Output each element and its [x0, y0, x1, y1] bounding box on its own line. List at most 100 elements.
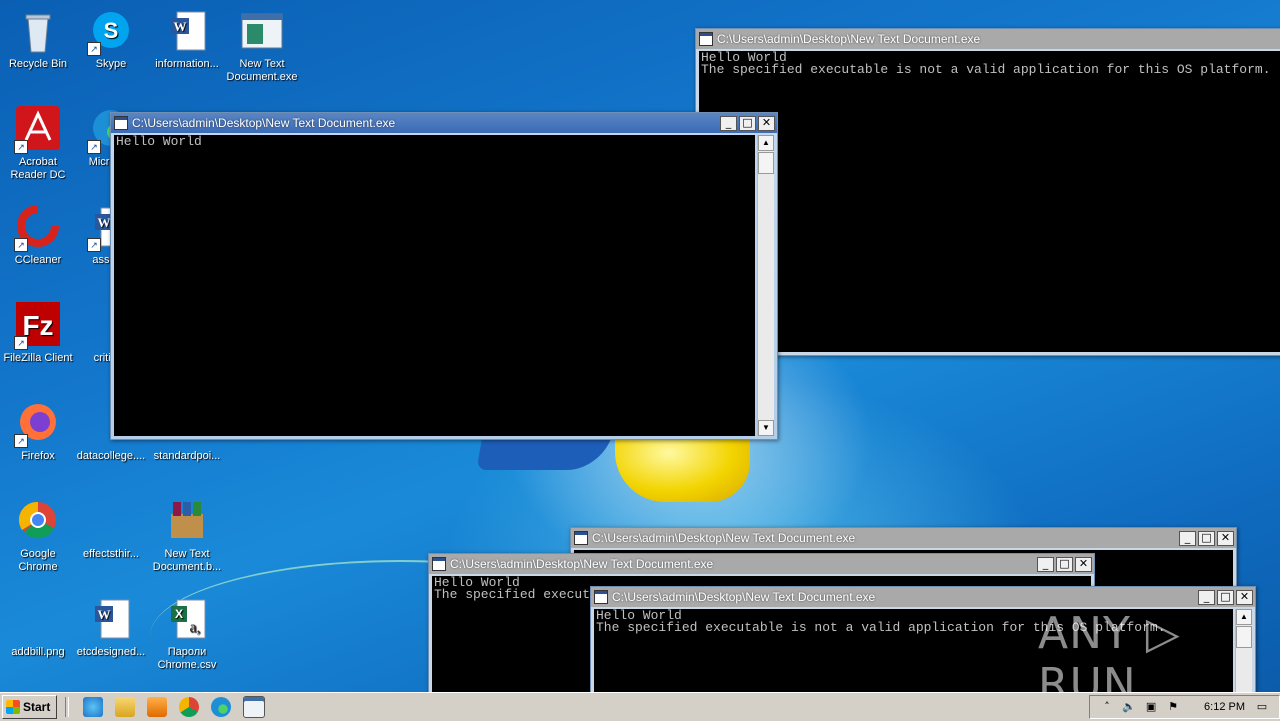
- desktop-icon-label: New Text Document.b...: [152, 548, 222, 573]
- desktop-icon-label: standardpoi...: [153, 450, 221, 462]
- svg-text:W: W: [98, 607, 111, 622]
- desktop-icon-skype[interactable]: S ↗ Skype: [73, 8, 149, 71]
- desktop-icon-label: Пароли Chrome.csv: [157, 646, 217, 671]
- maximize-button[interactable]: □: [739, 115, 756, 131]
- console-app-icon: [594, 590, 608, 604]
- desktop-icon-ccleaner[interactable]: ↗ CCleaner: [0, 204, 76, 267]
- explorer-icon[interactable]: [115, 697, 136, 717]
- edge-icon[interactable]: [211, 697, 232, 717]
- desktop-icon-label: etcdesigned...: [76, 646, 146, 658]
- system-tray: ˄ 🔈 ▣ ⚑ 6:12 PM ▭: [1089, 695, 1280, 719]
- desktop-icon-addbill[interactable]: addbill.png: [0, 596, 76, 659]
- desktop-icon-new-text-document-b[interactable]: New Text Document.b...: [149, 498, 225, 574]
- window-titlebar[interactable]: C:\Users\admin\Desktop\New Text Document…: [571, 528, 1236, 548]
- scroll-up-icon[interactable]: ▲: [758, 135, 774, 151]
- scroll-down-icon[interactable]: ▼: [758, 420, 774, 436]
- desktop-icon-label: effectsthir...: [82, 548, 140, 560]
- start-label: Start: [23, 700, 51, 714]
- window-title: C:\Users\admin\Desktop\New Text Document…: [612, 590, 876, 604]
- minimize-button[interactable]: _: [1037, 556, 1054, 572]
- windows-logo-icon: [6, 700, 20, 714]
- svg-text:W: W: [98, 215, 111, 230]
- svg-text:S: S: [104, 18, 119, 43]
- maximize-button[interactable]: □: [1217, 589, 1234, 605]
- close-button[interactable]: ✕: [758, 115, 775, 131]
- maximize-button[interactable]: □: [1198, 530, 1215, 546]
- close-button[interactable]: ✕: [1236, 589, 1253, 605]
- network-icon[interactable]: ▣: [1144, 700, 1158, 714]
- desktop-icon-firefox[interactable]: ↗ Firefox: [0, 400, 76, 463]
- console-output[interactable]: Hello World: [114, 135, 755, 436]
- desktop-icon-label: New Text Document.exe: [226, 58, 298, 83]
- chrome-icon[interactable]: [179, 697, 200, 717]
- desktop-icon-google-chrome[interactable]: Google Chrome: [0, 498, 76, 574]
- desktop-icon-chrome-passwords-csv[interactable]: Xa, Пароли Chrome.csv: [149, 596, 225, 672]
- ccleaner-icon: ↗: [14, 204, 62, 252]
- window-titlebar[interactable]: C:\Users\admin\Desktop\New Text Document…: [429, 554, 1094, 574]
- word-doc-icon: W: [87, 596, 135, 644]
- show-desktop-icon[interactable]: ▭: [1255, 700, 1269, 714]
- console-app-icon: [574, 531, 588, 545]
- desktop-icon-label: Google Chrome: [18, 548, 58, 573]
- svg-text:X: X: [175, 607, 183, 621]
- desktop-icon-acrobat[interactable]: ↗ Acrobat Reader DC: [0, 106, 76, 182]
- window-titlebar[interactable]: C:\Users\admin\Desktop\New Text Document…: [591, 587, 1255, 607]
- window-title: C:\Users\admin\Desktop\New Text Document…: [132, 116, 396, 130]
- desktop-icon-information[interactable]: W information...: [149, 8, 225, 71]
- image-file-icon: [14, 596, 62, 644]
- console-app-icon: [432, 557, 446, 571]
- taskbar: Start ˄ 🔈 ▣ ⚑ 6:12 PM ▭: [0, 692, 1280, 721]
- minimize-button[interactable]: _: [1179, 530, 1196, 546]
- desktop-icon-label: Firefox: [21, 450, 55, 462]
- desktop-icon-label: CCleaner: [14, 254, 62, 266]
- action-center-flag-icon[interactable]: ⚑: [1166, 700, 1180, 714]
- recycle-bin-icon: [14, 8, 62, 56]
- close-button[interactable]: ✕: [1075, 556, 1092, 572]
- blank-file-icon: [87, 498, 135, 546]
- wallpaper-logo-yellow: [615, 432, 750, 502]
- desktop-icon-label: Acrobat Reader DC: [10, 156, 66, 181]
- scroll-thumb[interactable]: [758, 152, 774, 174]
- console-window-active[interactable]: C:\Users\admin\Desktop\New Text Document…: [110, 112, 778, 440]
- desktop-icon-filezilla[interactable]: Fz ↗ FileZilla Client: [0, 302, 76, 365]
- desktop-icon-etcdesigned[interactable]: W etcdesigned...: [73, 596, 149, 659]
- start-button[interactable]: Start: [2, 695, 58, 719]
- console-output[interactable]: Hello World The specified executable is …: [699, 51, 1280, 352]
- svg-text:W: W: [174, 19, 187, 34]
- minimize-button[interactable]: _: [720, 115, 737, 131]
- filezilla-icon: Fz ↗: [14, 302, 62, 350]
- console-app-icon[interactable]: [243, 696, 266, 718]
- window-titlebar[interactable]: C:\Users\admin\Desktop\New Text Document…: [111, 113, 777, 133]
- console-window[interactable]: C:\Users\admin\Desktop\New Text Document…: [695, 28, 1280, 356]
- excel-csv-icon: Xa,: [163, 596, 211, 644]
- winrar-icon: [163, 498, 211, 546]
- svg-text:a,: a,: [189, 619, 200, 636]
- desktop-icon-label: datacollege....: [76, 450, 146, 462]
- window-title: C:\Users\admin\Desktop\New Text Document…: [592, 531, 856, 545]
- desktop-icon-label: FileZilla Client: [3, 352, 73, 364]
- console-app-icon: [699, 32, 713, 46]
- maximize-button[interactable]: □: [1056, 556, 1073, 572]
- vertical-scrollbar[interactable]: ▲ ▼: [757, 135, 774, 436]
- desktop-icon-label: Skype: [95, 58, 127, 70]
- volume-icon[interactable]: 🔈: [1122, 700, 1136, 714]
- desktop-icon-recycle-bin[interactable]: Recycle Bin: [0, 8, 76, 71]
- minimize-button[interactable]: _: [1198, 589, 1215, 605]
- desktop-icon-label: Recycle Bin: [8, 58, 68, 70]
- console-app-icon: [238, 8, 286, 56]
- ie-icon[interactable]: [83, 697, 104, 717]
- firefox-icon: ↗: [14, 400, 62, 448]
- desktop-icon-label: addbill.png: [11, 646, 65, 658]
- desktop-icon-new-text-document-exe[interactable]: New Text Document.exe: [224, 8, 300, 84]
- media-player-icon[interactable]: [147, 697, 168, 717]
- desktop-icon-effectsthir[interactable]: effectsthir...: [73, 498, 149, 561]
- acrobat-icon: ↗: [14, 106, 62, 154]
- clock[interactable]: 6:12 PM: [1204, 701, 1245, 713]
- window-titlebar[interactable]: C:\Users\admin\Desktop\New Text Document…: [696, 29, 1280, 49]
- word-doc-icon: W: [163, 8, 211, 56]
- taskbar-separator: [65, 697, 70, 717]
- show-hidden-icon[interactable]: ˄: [1100, 700, 1114, 714]
- close-button[interactable]: ✕: [1217, 530, 1234, 546]
- skype-icon: S ↗: [87, 8, 135, 56]
- console-app-icon: [114, 116, 128, 130]
